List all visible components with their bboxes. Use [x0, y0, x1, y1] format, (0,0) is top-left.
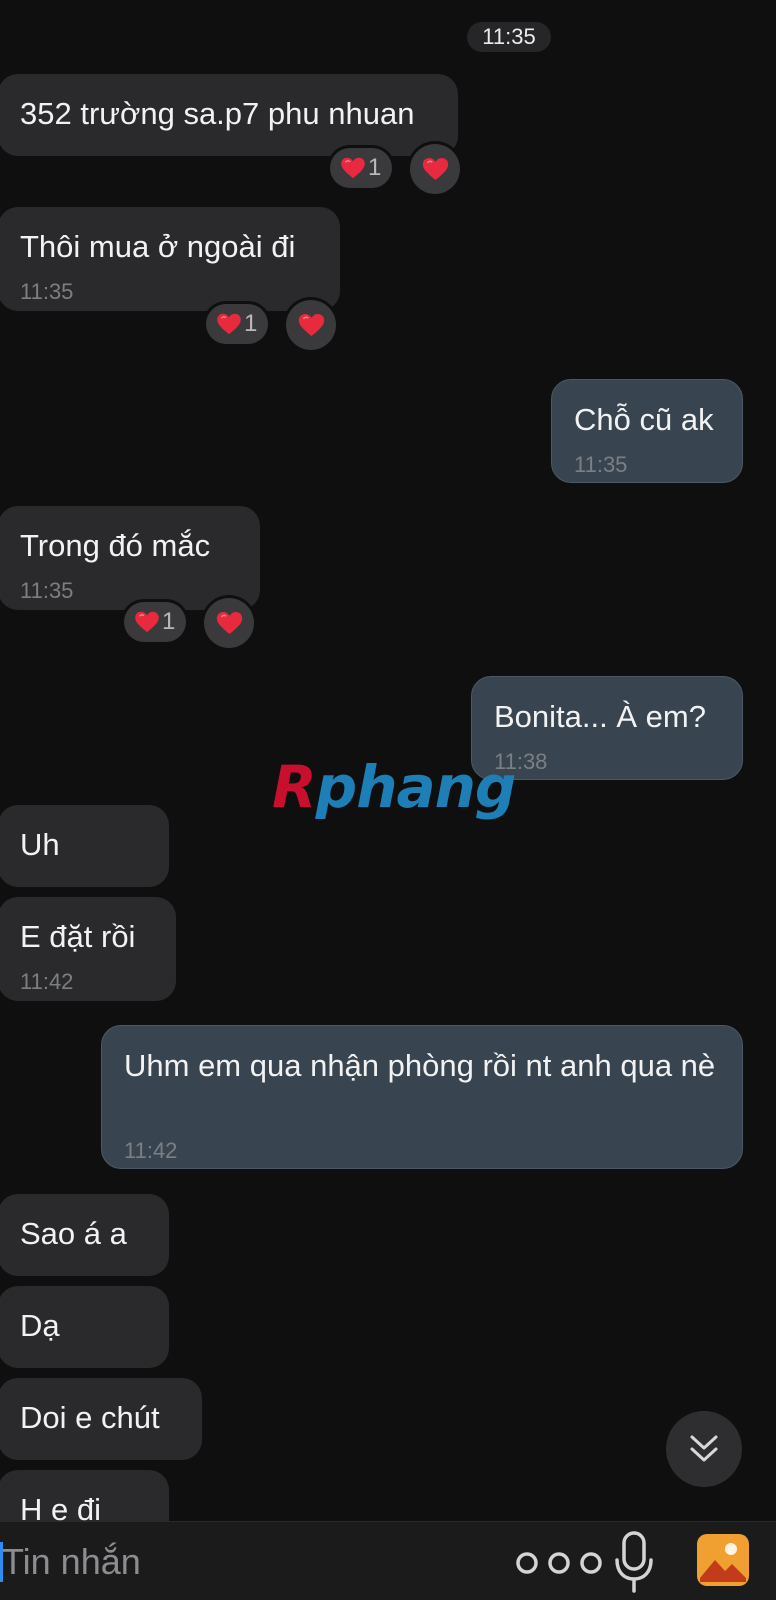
message-time: 11:35 [20, 279, 74, 304]
reaction-chip[interactable]: 1 [330, 148, 392, 188]
message-bubble-incoming[interactable]: E đặt rồi 11:42 [0, 897, 176, 1001]
message-text: Chỗ cũ ak [574, 402, 714, 437]
message-text: Bonita... À em? [494, 699, 706, 734]
heart-icon [216, 611, 243, 635]
message-text: Trong đó mắc [20, 528, 211, 563]
message-composer [0, 1521, 776, 1600]
react-heart-button[interactable] [286, 300, 336, 350]
message-text: Thôi mua ở ngoài đi [20, 229, 296, 264]
watermark-rest: phang [315, 753, 517, 821]
heart-icon [298, 313, 325, 337]
message-bubble-incoming[interactable]: 352 trường sa.p7 phu nhuan [0, 74, 458, 156]
reaction-count: 1 [244, 310, 258, 337]
watermark-logo: Rphang [272, 752, 517, 822]
message-bubble-incoming[interactable]: Thôi mua ở ngoài đi 11:35 [0, 207, 340, 311]
message-bubble-incoming[interactable]: Dạ [0, 1286, 169, 1368]
message-text: Uhm em qua nhận phòng rồi nt anh qua nè [124, 1048, 716, 1083]
message-text: Uh [20, 827, 60, 862]
react-heart-button[interactable] [204, 598, 254, 648]
reaction-chip[interactable]: 1 [124, 602, 186, 642]
message-text: Doi e chút [20, 1400, 160, 1435]
double-chevron-down-icon [690, 1435, 718, 1462]
heart-icon [134, 611, 160, 633]
chat-screen: 11:35 352 trường sa.p7 phu nhuan 1 Thôi … [0, 0, 776, 1600]
reaction-count: 1 [162, 608, 176, 635]
message-bubble-outgoing[interactable]: Chỗ cũ ak 11:35 [551, 379, 743, 483]
message-text: E đặt rồi [20, 919, 136, 954]
date-time-chip: 11:35 [467, 22, 551, 52]
scroll-to-bottom-button[interactable] [666, 1411, 742, 1487]
heart-icon [422, 157, 449, 181]
message-bubble-incoming[interactable]: Uh [0, 805, 169, 887]
message-text: 352 trường sa.p7 phu nhuan [20, 96, 415, 131]
message-input[interactable] [2, 1540, 482, 1584]
heart-icon [340, 157, 366, 179]
reaction-chip[interactable]: 1 [206, 304, 268, 344]
microphone-icon[interactable] [614, 1530, 654, 1594]
heart-icon [216, 313, 242, 335]
message-bubble-incoming[interactable]: Doi e chút [0, 1378, 202, 1460]
message-time: 11:35 [574, 452, 628, 477]
reaction-count: 1 [368, 154, 382, 181]
message-time: 11:35 [20, 578, 74, 603]
message-time: 11:42 [20, 969, 74, 994]
gallery-icon[interactable] [697, 1534, 749, 1586]
watermark-first-letter: R [272, 753, 317, 821]
message-time: 11:42 [124, 1138, 178, 1163]
message-bubble-incoming[interactable]: Trong đó mắc 11:35 [0, 506, 260, 610]
message-bubble-outgoing[interactable]: Uhm em qua nhận phòng rồi nt anh qua nè … [101, 1025, 743, 1169]
message-bubble-incoming[interactable]: Sao á a [0, 1194, 169, 1276]
more-dots-icon[interactable] [514, 1550, 604, 1576]
message-text: Dạ [20, 1308, 60, 1343]
react-heart-button[interactable] [410, 144, 460, 194]
message-text: Sao á a [20, 1216, 127, 1251]
